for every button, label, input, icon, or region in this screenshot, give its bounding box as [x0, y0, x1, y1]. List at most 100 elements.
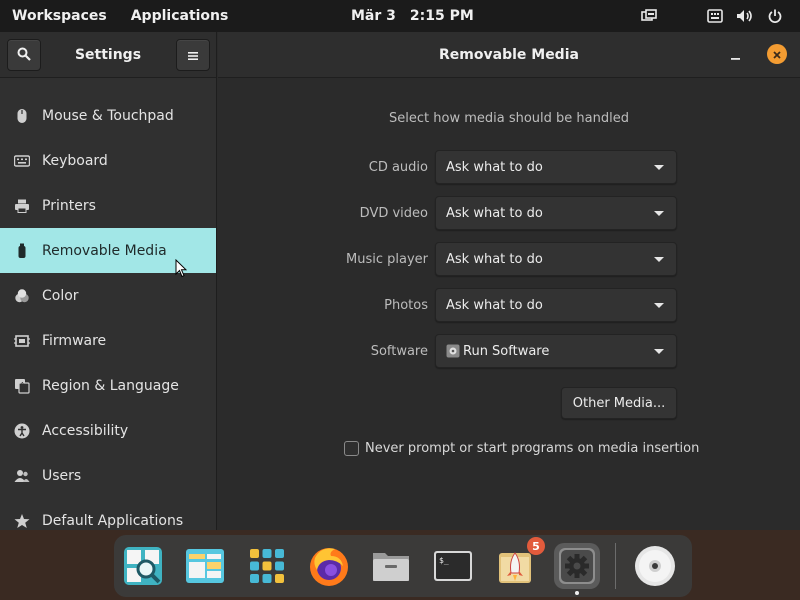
date-label: Mär 3 [351, 8, 396, 24]
never-prompt-option[interactable]: Never prompt or start programs on media … [344, 439, 699, 457]
users-icon [14, 468, 30, 484]
software-row: Software Run Software [218, 334, 800, 368]
sidebar-item-label: Users [42, 467, 82, 484]
search-icon [17, 46, 31, 65]
music-player-row: Music player Ask what to do [218, 242, 800, 276]
disc-icon[interactable] [632, 543, 678, 589]
other-media-button[interactable]: Other Media... [561, 387, 677, 419]
minimize-button[interactable] [730, 46, 742, 62]
music-player-label: Music player [346, 251, 428, 267]
photos-dropdown[interactable]: Ask what to do [435, 288, 677, 322]
cd-audio-row: CD audio Ask what to do [218, 150, 800, 184]
running-indicator [575, 591, 579, 595]
settings-window: Settings Mouse & Touchpad Keyboard Print… [0, 32, 800, 530]
menu-icon [187, 46, 199, 65]
terminal-icon[interactable]: $_ [430, 543, 476, 589]
music-player-dropdown[interactable]: Ask what to do [435, 242, 677, 276]
cd-audio-dropdown[interactable]: Ask what to do [435, 150, 677, 184]
cd-audio-label: CD audio [368, 159, 428, 175]
never-prompt-label[interactable]: Never prompt or start programs on media … [365, 441, 699, 456]
chevron-down-icon [654, 257, 664, 262]
applications-button[interactable]: Applications [131, 8, 229, 24]
sidebar-item-accessibility[interactable]: Accessibility [0, 408, 216, 453]
software-dropdown[interactable]: Run Software [435, 334, 677, 368]
firefox-icon[interactable] [306, 543, 352, 589]
software-label: Software [370, 343, 428, 359]
clock[interactable]: Mär 3 2:15 PM [351, 0, 474, 32]
sidebar-item-label: Default Applications [42, 512, 184, 529]
settings-app-icon[interactable] [554, 543, 600, 589]
search-button[interactable] [7, 39, 41, 71]
photos-label: Photos [384, 297, 428, 313]
sidebar-item-keyboard[interactable]: Keyboard [0, 138, 216, 183]
chevron-down-icon [654, 303, 664, 308]
photos-row: Photos Ask what to do [218, 288, 800, 322]
sidebar-item-region-language[interactable]: A Region & Language [0, 363, 216, 408]
sidebar-title: Settings [74, 47, 142, 63]
chip-icon [14, 333, 30, 349]
search-app-icon[interactable] [120, 543, 166, 589]
run-software-icon [446, 344, 460, 358]
dvd-video-label: DVD video [359, 205, 428, 221]
close-button[interactable] [767, 44, 787, 64]
main-header: Removable Media [218, 32, 800, 78]
keyboard-icon [14, 153, 30, 169]
sidebar: Settings Mouse & Touchpad Keyboard Print… [0, 32, 217, 530]
dropdown-value: Ask what to do [446, 205, 543, 221]
panel-subtitle: Select how media should be handled [389, 111, 629, 126]
language-icon: A [14, 378, 30, 394]
sidebar-item-default-applications[interactable]: Default Applications [0, 498, 216, 530]
dropdown-value: Ask what to do [446, 297, 543, 313]
sidebar-item-label: Removable Media [42, 242, 167, 259]
chevron-down-icon [654, 165, 664, 170]
accessibility-icon [14, 423, 30, 439]
menu-button[interactable] [176, 39, 210, 71]
star-icon [14, 513, 30, 529]
power-icon[interactable] [766, 7, 784, 25]
sidebar-item-mouse-touchpad[interactable]: Mouse & Touchpad [0, 93, 216, 138]
appcenter-badge: 5 [527, 537, 545, 555]
dvd-video-dropdown[interactable]: Ask what to do [435, 196, 677, 230]
never-prompt-checkbox[interactable] [344, 440, 359, 456]
sidebar-item-firmware[interactable]: Firmware [0, 318, 216, 363]
dvd-video-row: DVD video Ask what to do [218, 196, 800, 230]
color-icon [14, 288, 30, 304]
svg-text:A: A [20, 381, 25, 389]
sidebar-item-label: Printers [42, 197, 96, 214]
sidebar-item-label: Keyboard [42, 152, 108, 169]
sidebar-item-label: Firmware [42, 332, 107, 349]
time-label: 2:15 PM [409, 8, 474, 24]
mouse-cursor-icon [175, 258, 188, 279]
sidebar-item-color[interactable]: Color [0, 273, 216, 318]
sidebar-item-printers[interactable]: Printers [0, 183, 216, 228]
workspaces-button[interactable]: Workspaces [12, 8, 107, 24]
dropdown-value: Run Software [463, 343, 550, 359]
page-title: Removable Media [439, 47, 579, 63]
dropdown-value: Ask what to do [446, 159, 543, 175]
sidebar-header: Settings [0, 32, 216, 78]
usb-icon [14, 243, 30, 259]
volume-icon[interactable] [736, 7, 754, 25]
files-app-icon[interactable] [182, 543, 228, 589]
top-panel: Workspaces Applications Mär 3 2:15 PM [0, 0, 800, 32]
keyboard-icon[interactable] [706, 7, 724, 25]
dock: $_ 5 [114, 535, 692, 597]
sidebar-list: Mouse & Touchpad Keyboard Printers Remov… [0, 78, 216, 530]
sidebar-item-label: Accessibility [42, 422, 129, 439]
multitasking-icon[interactable] [640, 7, 658, 25]
sidebar-item-label: Region & Language [42, 377, 179, 394]
dock-separator [615, 543, 616, 589]
chevron-down-icon [654, 211, 664, 216]
svg-text:$_: $_ [439, 556, 449, 565]
printer-icon [14, 198, 30, 214]
sidebar-item-label: Color [42, 287, 79, 304]
chevron-down-icon [654, 349, 664, 354]
sidebar-item-label: Mouse & Touchpad [42, 107, 174, 124]
dropdown-value: Ask what to do [446, 251, 543, 267]
sidebar-item-users[interactable]: Users [0, 453, 216, 498]
file-manager-icon[interactable] [368, 543, 414, 589]
close-icon [772, 45, 782, 64]
mouse-icon [14, 108, 30, 124]
removable-media-panel: Select how media should be handled CD au… [218, 79, 800, 530]
app-grid-icon[interactable] [244, 543, 290, 589]
